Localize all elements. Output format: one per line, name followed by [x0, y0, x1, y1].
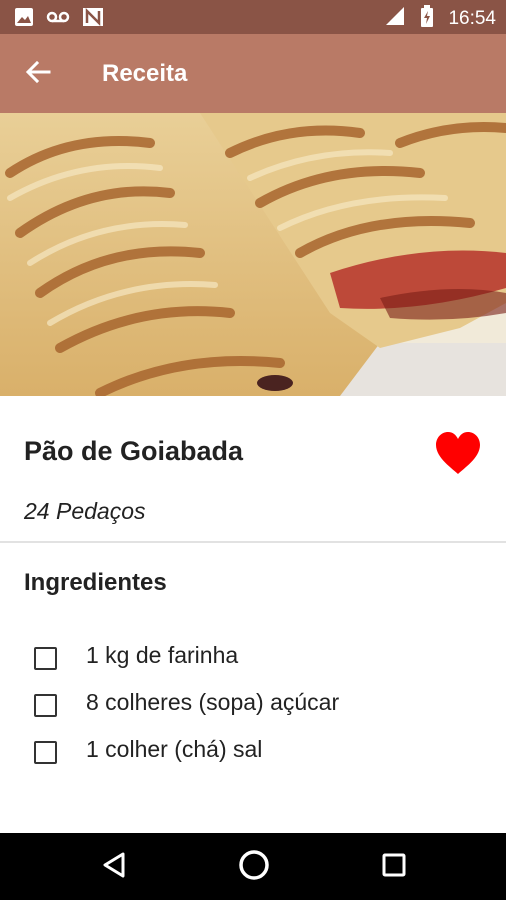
image-icon [14, 7, 34, 32]
ingredient-label: 8 colheres (sopa) açúcar [86, 689, 340, 715]
ingredient-item[interactable]: 8 colheres (sopa) açúcar [0, 681, 506, 727]
recipe-title: Pão de Goiabada [24, 436, 244, 466]
page-title: Receita [102, 60, 188, 87]
voicemail-icon [46, 7, 70, 32]
recents-square-icon [381, 852, 407, 883]
home-circle-icon [237, 848, 271, 887]
servings-text: 24 Pedaços [24, 498, 146, 524]
favorite-button[interactable] [433, 430, 483, 478]
app-bar: Receita [0, 34, 506, 113]
signal-icon [384, 5, 406, 32]
divider [0, 541, 506, 543]
status-time: 16:54 [448, 7, 496, 29]
ingredients-heading: Ingredientes [24, 569, 167, 596]
ingredient-checkbox[interactable] [34, 647, 57, 670]
back-button[interactable] [20, 56, 56, 92]
ingredients-list: 1 kg de farinha 8 colheres (sopa) açúcar… [0, 634, 506, 764]
ingredient-label: 1 kg de farinha [86, 642, 239, 668]
heart-icon [433, 432, 483, 480]
nav-recents-button[interactable] [374, 847, 414, 887]
status-bar: 16:54 [0, 0, 506, 34]
back-triangle-icon [101, 851, 127, 884]
ingredient-checkbox[interactable] [34, 741, 57, 764]
recipe-image [0, 113, 506, 396]
navigation-bar [0, 833, 506, 900]
ingredient-label: 1 colher (chá) sal [86, 736, 263, 762]
battery-icon [420, 5, 434, 32]
nav-home-button[interactable] [234, 847, 274, 887]
n-icon [82, 7, 104, 32]
arrow-back-icon [25, 59, 51, 90]
nav-back-button[interactable] [94, 847, 134, 887]
ingredient-checkbox[interactable] [34, 694, 57, 717]
ingredient-item[interactable]: 1 kg de farinha [0, 634, 506, 680]
ingredient-item[interactable]: 1 colher (chá) sal [0, 728, 506, 764]
